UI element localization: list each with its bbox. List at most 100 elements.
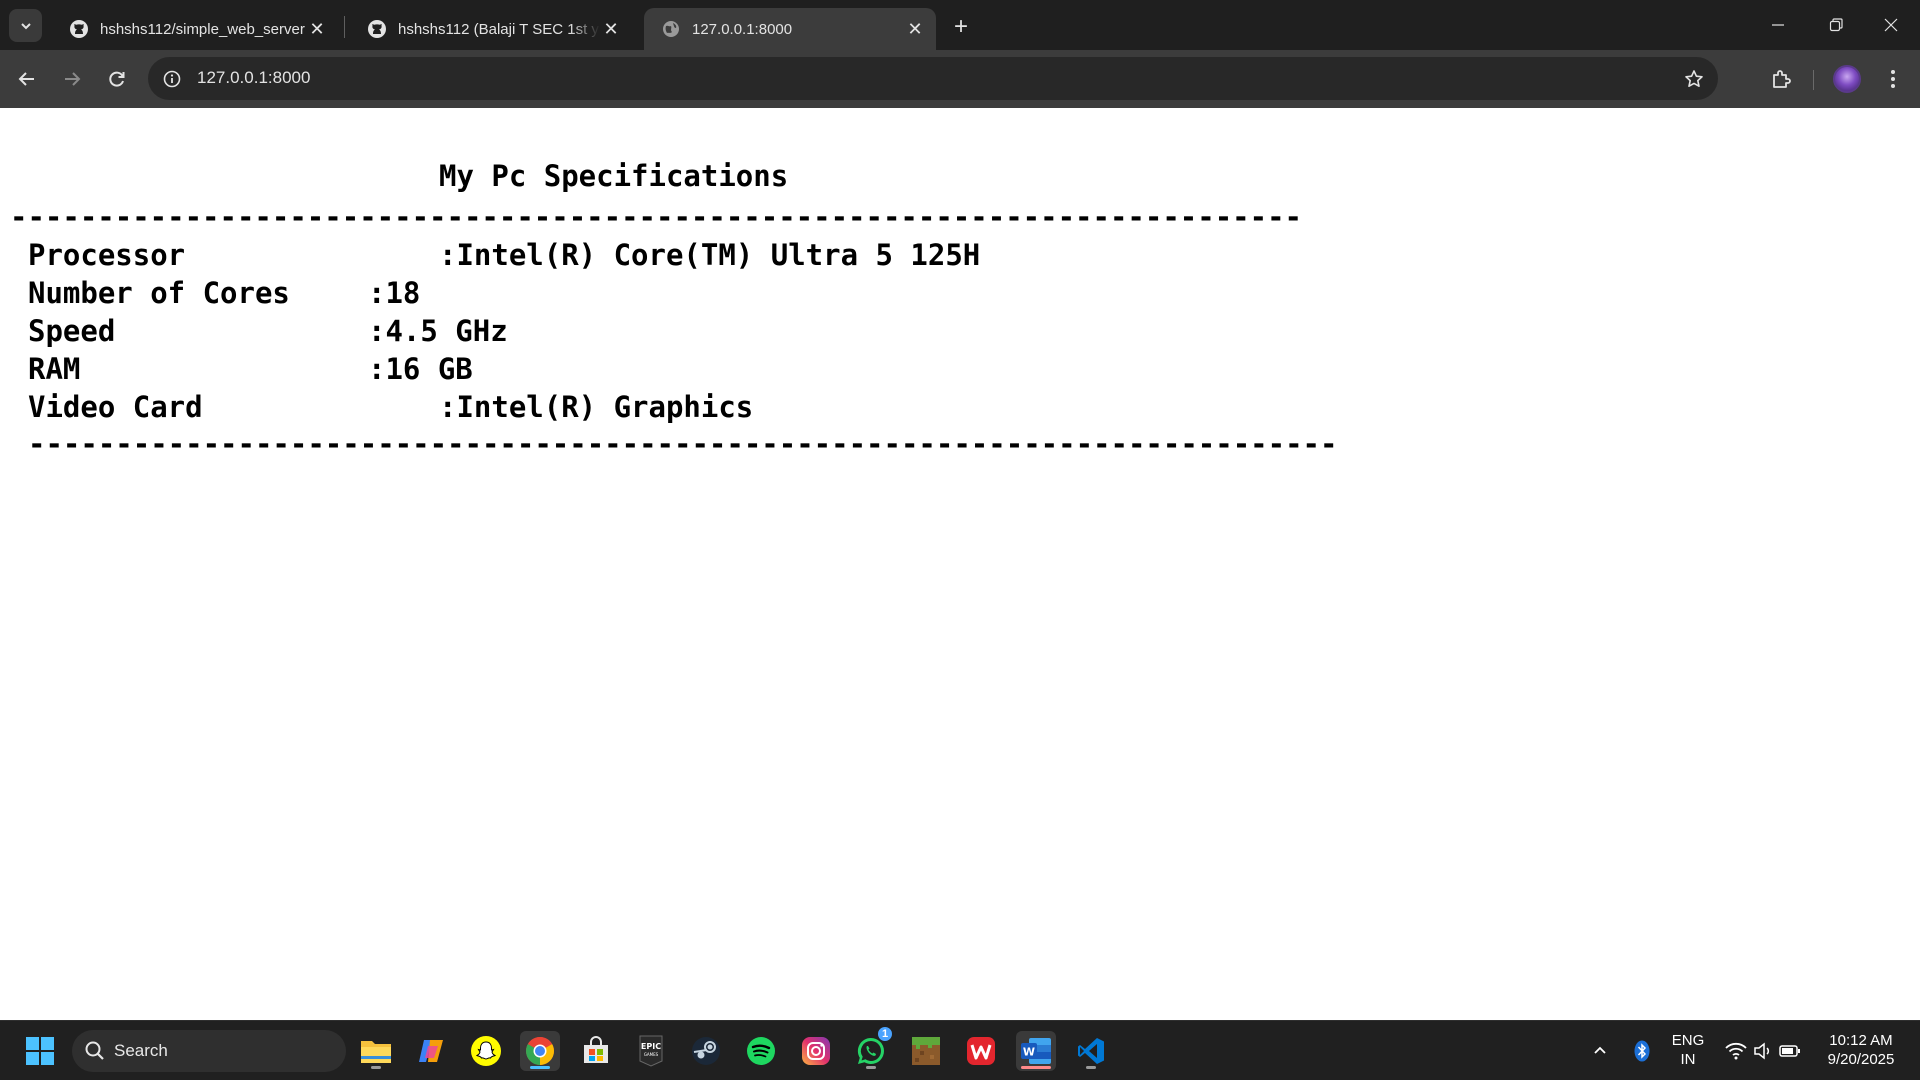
address-bar[interactable]: 127.0.0.1:8000 xyxy=(148,57,1718,100)
new-tab-button[interactable]: + xyxy=(946,12,976,42)
chevron-up-icon xyxy=(1594,1046,1606,1054)
minimize-button[interactable] xyxy=(1749,0,1807,50)
extensions-button[interactable] xyxy=(1763,61,1799,97)
show-hidden-icons-button[interactable] xyxy=(1582,1031,1618,1071)
tab-strip: hshshs112/simple_web_server ✕ hshshs112 … xyxy=(0,0,1920,50)
spec-value-processor: :Intel(R) Core(TM) Ultra 5 125H xyxy=(439,238,981,272)
taskbar-vscode[interactable] xyxy=(1071,1031,1111,1071)
tab-title: 127.0.0.1:8000 xyxy=(692,20,793,38)
back-button[interactable] xyxy=(9,61,45,97)
steam-icon xyxy=(692,1037,720,1065)
reload-button[interactable] xyxy=(99,61,135,97)
clock-time: 10:12 AM xyxy=(1829,1032,1893,1049)
close-window-button[interactable] xyxy=(1862,0,1920,50)
taskbar-word[interactable]: W xyxy=(1016,1031,1056,1071)
globe-icon xyxy=(660,18,682,40)
taskbar-spotify[interactable] xyxy=(741,1031,781,1071)
avatar xyxy=(1833,65,1861,93)
restore-button[interactable] xyxy=(1807,0,1865,50)
divider-bottom: ----------------------------------------… xyxy=(28,427,1338,461)
tab-title: hshshs112 (Balaji T SEC 1st year xyxy=(398,20,600,38)
spec-value-cores: :18 xyxy=(368,276,421,310)
reload-icon xyxy=(109,71,125,87)
snapchat-icon xyxy=(471,1036,501,1066)
minimize-icon xyxy=(1772,24,1784,26)
clock-date: 9/20/2025 xyxy=(1827,1051,1895,1068)
spec-label-speed: Speed xyxy=(28,314,116,348)
forward-button[interactable] xyxy=(54,61,90,97)
store-icon xyxy=(584,1036,608,1063)
svg-text:GAMES: GAMES xyxy=(644,1052,659,1057)
spec-value-video-card: :Intel(R) Graphics xyxy=(439,390,754,424)
clock[interactable]: 10:12 AM 9/20/2025 xyxy=(1815,1031,1907,1069)
close-icon xyxy=(1884,18,1898,32)
bluetooth-icon xyxy=(1634,1040,1650,1062)
spotify-icon xyxy=(747,1037,775,1065)
close-icon[interactable]: ✕ xyxy=(306,18,328,40)
github-icon xyxy=(68,18,90,40)
minecraft-icon xyxy=(912,1037,940,1065)
spec-label-video-card: Video Card xyxy=(28,390,203,424)
taskbar-file-explorer[interactable] xyxy=(356,1031,396,1071)
language-indicator[interactable]: ENG IN xyxy=(1664,1031,1712,1069)
taskbar: Search EPIC GAMES 1 W ENG IN 10:12 AM 9/… xyxy=(0,1020,1920,1080)
wifi-icon xyxy=(1725,1042,1747,1060)
taskbar-epic-games[interactable]: EPIC GAMES xyxy=(631,1031,671,1071)
notification-badge: 1 xyxy=(876,1025,894,1043)
more-vert-icon xyxy=(1891,70,1895,88)
taskbar-snapchat[interactable] xyxy=(466,1031,506,1071)
spec-label-ram: RAM xyxy=(28,352,81,386)
page-title: My Pc Specifications xyxy=(439,159,789,193)
taskbar-instagram[interactable] xyxy=(796,1031,836,1071)
windows-icon xyxy=(26,1037,54,1065)
volume-icon xyxy=(1754,1042,1770,1060)
active-indicator xyxy=(530,1066,550,1069)
spec-label-cores: Number of Cores xyxy=(28,276,290,310)
chevron-down-icon xyxy=(20,22,31,29)
quick-settings-button[interactable] xyxy=(1718,1031,1808,1071)
taskbar-search[interactable]: Search xyxy=(72,1030,346,1072)
bookmark-star-icon[interactable] xyxy=(1682,67,1706,91)
bluetooth-tray-button[interactable] xyxy=(1624,1031,1660,1071)
close-icon[interactable]: ✕ xyxy=(600,18,622,40)
address-bar-url: 127.0.0.1:8000 xyxy=(197,68,311,87)
wps-office-icon xyxy=(967,1037,995,1065)
tab-github-profile[interactable]: hshshs112 (Balaji T SEC 1st year ✕ xyxy=(350,8,632,50)
taskbar-whatsapp[interactable]: 1 xyxy=(851,1025,894,1071)
tab-search-button[interactable] xyxy=(9,9,42,42)
taskbar-microsoft-store[interactable] xyxy=(576,1031,616,1071)
epic-games-icon: EPICGAMES xyxy=(639,1035,663,1067)
close-icon[interactable]: ✕ xyxy=(904,18,926,40)
toolbar-divider xyxy=(1813,70,1814,90)
svg-text:EPIC: EPIC xyxy=(641,1042,661,1051)
tab-title: hshshs112/simple_web_server xyxy=(100,20,305,38)
vscode-icon xyxy=(1078,1038,1104,1064)
folder-icon xyxy=(361,1041,391,1063)
spec-label-processor: Processor xyxy=(28,238,186,272)
taskbar-copilot[interactable] xyxy=(411,1031,451,1071)
web-page: My Pc Specifications -------------------… xyxy=(0,108,1920,1020)
start-button[interactable] xyxy=(20,1031,60,1071)
taskbar-steam[interactable] xyxy=(686,1031,726,1071)
battery-icon xyxy=(1779,1045,1800,1057)
word-icon: W xyxy=(1021,1038,1051,1064)
taskbar-chrome[interactable] xyxy=(520,1031,560,1071)
taskbar-wps-office[interactable] xyxy=(961,1031,1001,1071)
instagram-icon xyxy=(802,1037,830,1065)
profile-button[interactable] xyxy=(1829,61,1865,97)
tab-simple-web-server[interactable]: hshshs112/simple_web_server ✕ xyxy=(52,8,338,50)
running-indicator xyxy=(371,1066,381,1069)
spec-value-speed: :4.5 GHz xyxy=(368,314,508,348)
menu-button[interactable] xyxy=(1875,61,1911,97)
running-indicator xyxy=(866,1066,876,1069)
site-info-icon[interactable] xyxy=(161,68,183,90)
taskbar-minecraft[interactable] xyxy=(906,1031,946,1071)
tab-localhost[interactable]: 127.0.0.1:8000 ✕ xyxy=(644,8,936,50)
search-icon xyxy=(85,1041,104,1060)
spec-value-ram: :16 GB xyxy=(368,352,473,386)
search-label: Search xyxy=(114,1041,168,1060)
svg-text:W: W xyxy=(1023,1046,1035,1059)
region-code: IN xyxy=(1680,1051,1696,1068)
browser-toolbar: 127.0.0.1:8000 xyxy=(0,50,1920,108)
copilot-icon xyxy=(419,1040,443,1062)
